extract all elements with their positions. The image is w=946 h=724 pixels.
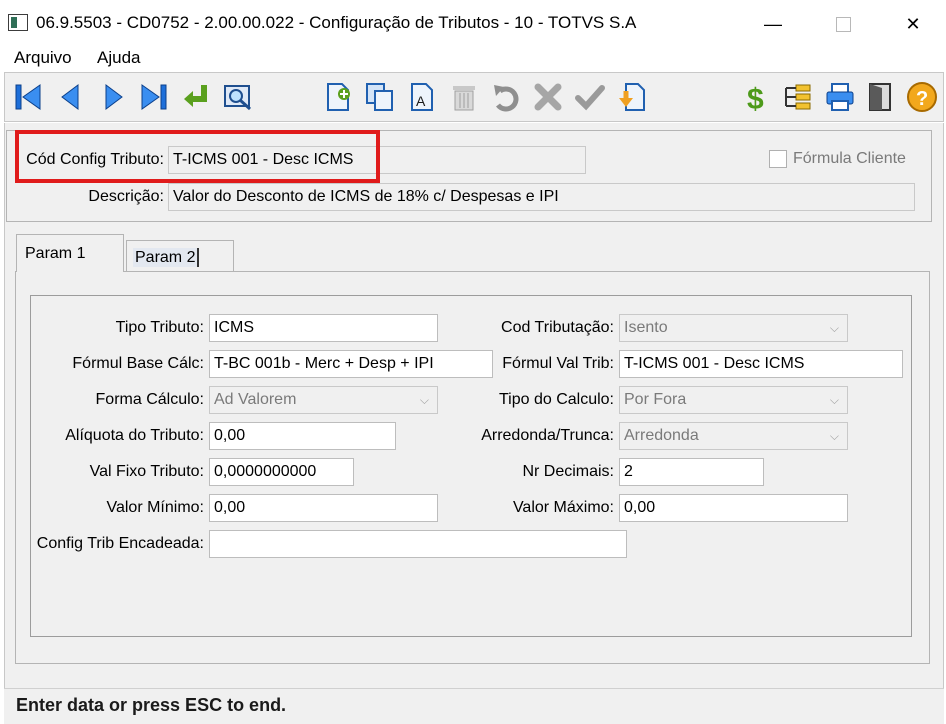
previous-record-button[interactable] (54, 80, 86, 114)
chevron-down-icon: ⌵ (419, 393, 429, 407)
edit-button[interactable]: A (406, 80, 438, 114)
edit-icon: A (411, 83, 433, 111)
valor-minimo-label: Valor Mínimo: (106, 499, 204, 516)
aliquota-label: Alíquota do Tributo: (65, 427, 204, 444)
cod-tributacao-value: Isento (624, 319, 668, 336)
tipo-tributo-label: Tipo Tributo: (115, 319, 204, 336)
arredonda-label: Arredonda/Trunca: (481, 427, 614, 444)
arredonda-value: Arredonda (624, 427, 699, 444)
confirm-icon (575, 85, 605, 111)
formula-cliente-checkbox[interactable] (769, 150, 787, 168)
forma-calculo-select[interactable]: Ad Valorem ⌵ (209, 386, 438, 414)
tipo-calculo-value: Por Fora (624, 391, 687, 408)
help-icon: ? (907, 82, 937, 112)
import-button[interactable] (616, 80, 648, 114)
app-icon (8, 14, 28, 31)
tipo-calculo-label: Tipo do Calculo: (498, 391, 614, 408)
val-fixo-field[interactable]: 0,0000000000 (209, 458, 354, 486)
tipo-tributo-field[interactable]: ICMS (209, 314, 438, 342)
valor-maximo-label: Valor Máximo: (512, 499, 614, 516)
copy-icon (366, 83, 393, 111)
first-record-button[interactable] (12, 80, 44, 114)
goto-icon (184, 85, 207, 107)
hierarchy-icon (785, 84, 811, 110)
cancel-button[interactable] (532, 80, 564, 114)
menu-arquivo[interactable]: Arquivo (14, 48, 72, 68)
maximize-button[interactable] (820, 8, 866, 40)
chevron-down-icon: ⌵ (829, 429, 839, 443)
exit-button[interactable] (864, 80, 896, 114)
valor-maximo-field[interactable]: 0,00 (619, 494, 848, 522)
chevron-down-icon: ⌵ (829, 393, 839, 407)
formul-base-label: Fórmul Base Cálc: (72, 355, 204, 372)
confirm-button[interactable] (574, 80, 606, 114)
undo-icon (494, 85, 519, 112)
tab-param-2-label: Param 2 (133, 248, 200, 267)
tab-param-2[interactable]: Param 2 (126, 240, 234, 272)
next-icon (105, 84, 123, 110)
copy-button[interactable] (364, 80, 396, 114)
goto-button[interactable] (180, 80, 212, 114)
config-trib-field[interactable] (209, 530, 627, 558)
import-icon (619, 83, 645, 111)
search-icon (224, 85, 252, 111)
menu-ajuda[interactable]: Ajuda (97, 48, 140, 68)
formul-val-label: Fórmul Val Trib: (502, 355, 614, 372)
help-button[interactable]: ? (906, 80, 938, 114)
arredonda-select[interactable]: Arredonda ⌵ (619, 422, 848, 450)
menu-bar (0, 46, 946, 70)
delete-icon (453, 86, 475, 111)
aliquota-field[interactable]: 0,00 (209, 422, 396, 450)
chevron-down-icon: ⌵ (829, 321, 839, 335)
search-button[interactable] (222, 80, 254, 114)
nr-decimais-label: Nr Decimais: (522, 463, 614, 480)
tab-param-1[interactable]: Param 1 (16, 234, 124, 272)
cod-tributacao-label: Cod Tributação: (501, 319, 614, 336)
tab-param-1-label: Param 1 (25, 245, 86, 262)
descricao-field[interactable]: Valor do Desconto de ICMS de 18% c/ Desp… (168, 183, 915, 211)
currency-button[interactable]: $ (742, 80, 774, 114)
formula-cliente-label: Fórmula Cliente (793, 150, 906, 167)
last-record-button[interactable] (138, 80, 170, 114)
svg-text:A: A (416, 93, 426, 109)
maximize-icon (835, 16, 851, 32)
svg-text:$: $ (747, 83, 764, 113)
forma-calculo-label: Forma Cálculo: (95, 391, 204, 408)
last-icon (141, 84, 167, 110)
status-text: Enter data or press ESC to end. (16, 695, 287, 715)
minimize-button[interactable]: — (750, 8, 796, 40)
prev-icon (61, 84, 79, 110)
print-button[interactable] (824, 80, 856, 114)
undo-button[interactable] (490, 80, 522, 114)
forma-calculo-value: Ad Valorem (214, 391, 297, 408)
add-icon (327, 83, 350, 111)
cod-tributacao-select[interactable]: Isento ⌵ (619, 314, 848, 342)
cancel-icon (534, 83, 562, 111)
highlight-box (15, 130, 380, 183)
next-record-button[interactable] (98, 80, 130, 114)
delete-button[interactable] (448, 80, 480, 114)
config-trib-label: Config Trib Encadeada: (36, 535, 204, 552)
add-button[interactable] (322, 80, 354, 114)
close-button[interactable]: ✕ (890, 8, 936, 40)
formul-val-field[interactable]: T-ICMS 001 - Desc ICMS (619, 350, 903, 378)
close-icon: ✕ (905, 13, 921, 34)
val-fixo-label: Val Fixo Tributo: (89, 463, 204, 480)
descricao-label: Descrição: (88, 188, 164, 205)
exit-icon (869, 83, 891, 111)
valor-minimo-field[interactable]: 0,00 (209, 494, 438, 522)
tipo-calculo-select[interactable]: Por Fora ⌵ (619, 386, 848, 414)
hierarchy-button[interactable] (782, 80, 814, 114)
minimize-icon: — (764, 13, 782, 34)
dollar-icon: $ (747, 83, 764, 113)
print-icon (826, 83, 854, 111)
first-icon (15, 84, 41, 110)
svg-text:?: ? (916, 88, 928, 110)
window-title: 06.9.5503 - CD0752 - 2.00.00.022 - Confi… (36, 13, 637, 32)
nr-decimais-field[interactable]: 2 (619, 458, 764, 486)
